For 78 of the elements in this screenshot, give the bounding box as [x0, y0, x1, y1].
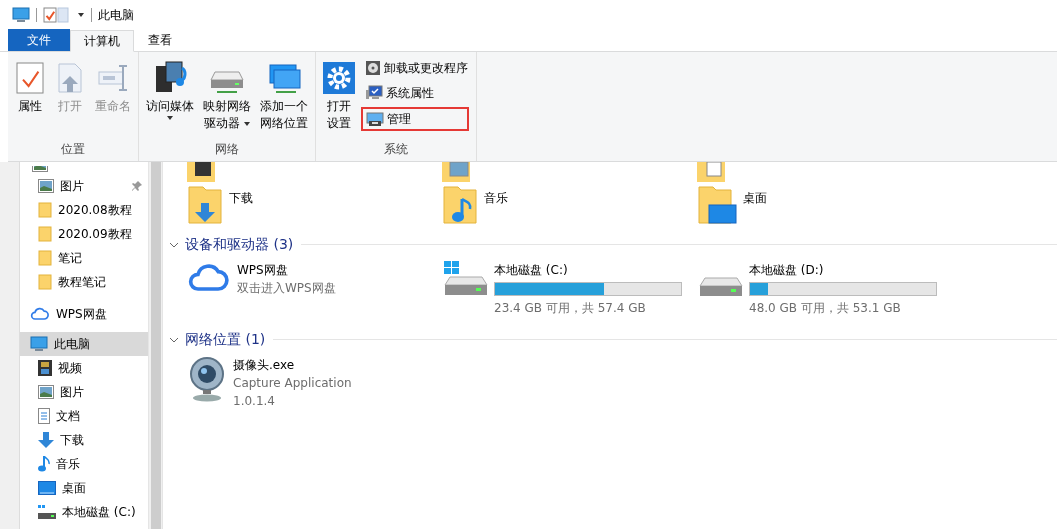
ribbon-button[interactable]: 打开 设置 [320, 54, 358, 140]
item-name: WPS网盘 [237, 262, 289, 279]
disc-icon [365, 60, 381, 76]
window-title: 此电脑 [98, 7, 134, 24]
nav-item[interactable]: 桌面 [20, 476, 148, 500]
cloud-icon [30, 307, 50, 321]
nav-item[interactable]: 图片 [20, 174, 148, 198]
chevron-down-icon [169, 240, 179, 249]
item-name: 本地磁盘 (D:) [749, 262, 825, 279]
item-name: 本地磁盘 (C:) [494, 262, 569, 279]
settings-icon [323, 62, 355, 94]
music-note-icon [38, 456, 50, 472]
item-name: 摄像头.exe [233, 357, 296, 374]
group-label: 网络 [215, 142, 239, 156]
film-icon [38, 360, 52, 376]
network-location-icon [266, 62, 302, 94]
app-item[interactable]: 摄像头.exe Capture Application 1.0.1.4 [187, 356, 442, 410]
item-version: 1.0.1.4 [233, 393, 276, 410]
nav-item[interactable]: 2020.08教程 [20, 198, 148, 222]
nav-item[interactable]: 本地磁盘 (C:) [20, 500, 148, 524]
desktop-folder-icon [697, 185, 737, 225]
computer-icon [12, 7, 30, 23]
computer-icon [30, 336, 48, 352]
ribbon-button[interactable]: 添加一个 网络位置 [257, 54, 311, 140]
nav-item[interactable]: 音乐 [20, 452, 148, 476]
folder-icon [38, 226, 52, 242]
chevron-down-icon [169, 335, 179, 344]
nav-item[interactable]: 图片 [20, 380, 148, 404]
desktop-icon [38, 481, 56, 495]
drive-item[interactable]: 本地磁盘 (D:) 48.0 GB 可用，共 53.1 GB [697, 261, 952, 317]
folder-item[interactable]: 下载 [187, 185, 442, 225]
group-label: 位置 [61, 142, 85, 156]
free-space-text: 48.0 GB 可用，共 53.1 GB [749, 300, 902, 317]
section-header[interactable]: 设备和驱动器 (3) [169, 234, 294, 255]
group-label: 系统 [384, 142, 408, 156]
download-folder-icon [187, 185, 223, 225]
folder-item[interactable]: 桌面 [697, 185, 952, 225]
nav-item[interactable]: 笔记 [20, 246, 148, 270]
folder-icon [38, 202, 52, 218]
cloud-item[interactable]: WPS网盘 双击进入WPS网盘 [187, 261, 442, 317]
ribbon-button[interactable]: 系统属性 [361, 82, 472, 104]
ribbon-button[interactable]: 属性 [12, 54, 48, 140]
ribbon-tab[interactable]: 查看 [134, 29, 186, 51]
nav-item[interactable]: 视频 [20, 356, 148, 380]
webcam-icon [187, 356, 227, 402]
download-arrow-icon [38, 432, 54, 448]
customize-dropdown-icon[interactable] [77, 12, 85, 18]
folder-icon [38, 250, 52, 266]
scrollbar[interactable] [148, 162, 162, 529]
nav-item[interactable]: 此电脑 [20, 332, 148, 356]
nav-item[interactable]: 2020.09教程 [20, 222, 148, 246]
monitor-check-icon [365, 85, 383, 101]
nav-item[interactable]: WPS网盘 [20, 302, 148, 326]
properties-icon[interactable] [43, 7, 57, 23]
file-menu-button[interactable]: 文件 [8, 29, 70, 51]
picture-icon [38, 385, 54, 399]
ribbon-tab[interactable]: 计算机 [70, 30, 134, 52]
drive-item[interactable]: 本地磁盘 (C:) 23.4 GB 可用，共 57.4 GB [442, 261, 697, 317]
picture-icon [38, 179, 54, 193]
document-icon [38, 408, 50, 424]
nav-item[interactable]: 教程笔记 [20, 270, 148, 294]
section-header[interactable]: 网络位置 (1) [169, 329, 266, 350]
music-folder-icon [442, 185, 478, 225]
item-subtitle: Capture Application [233, 375, 352, 392]
computer-management-icon [366, 111, 384, 127]
nav-item[interactable]: 文档 [20, 404, 148, 428]
folder-icon [38, 274, 52, 290]
properties-icon [16, 62, 44, 94]
folder-item[interactable]: 音乐 [442, 185, 697, 225]
item-subtitle: 双击进入WPS网盘 [237, 280, 336, 297]
ribbon-button[interactable]: 卸载或更改程序 [361, 57, 472, 79]
ribbon-button[interactable]: 管理 [361, 107, 469, 131]
ribbon-button[interactable]: 映射网络 驱动器 [200, 54, 254, 140]
nav-item[interactable]: 下载 [20, 428, 148, 452]
free-space-text: 23.4 GB 可用，共 57.4 GB [494, 300, 647, 317]
drive-icon [38, 505, 56, 519]
ribbon-button[interactable]: 访问媒体 [143, 54, 197, 140]
rename-icon [97, 62, 129, 94]
